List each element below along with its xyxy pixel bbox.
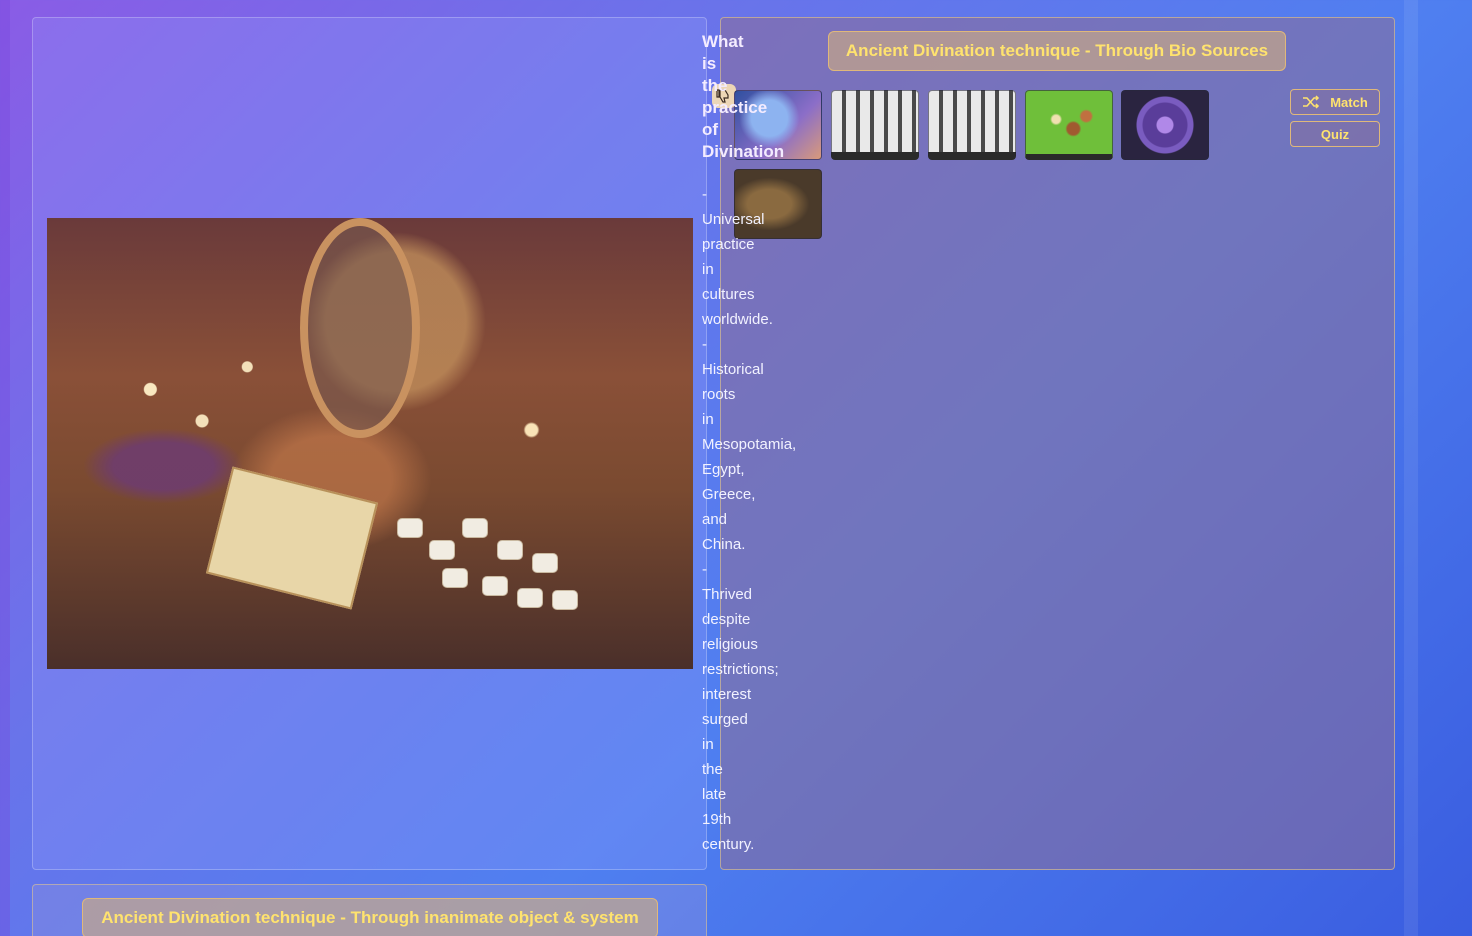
rune-stone bbox=[552, 590, 578, 610]
rune-stone bbox=[442, 568, 468, 588]
quiz-button-label: Quiz bbox=[1320, 126, 1350, 142]
quiz-button[interactable]: Quiz bbox=[1290, 121, 1380, 147]
match-button[interactable]: Match bbox=[1290, 89, 1380, 115]
page-right-edge bbox=[1404, 0, 1418, 936]
thumbnail-image[interactable] bbox=[928, 90, 1016, 160]
thumbnail-image[interactable] bbox=[831, 90, 919, 160]
bullet-item: - Historical roots in Mesopotamia, Egypt… bbox=[702, 336, 796, 553]
page-left-edge bbox=[0, 0, 10, 936]
question-heading: What is the practice of Divination bbox=[702, 32, 784, 161]
rune-stone bbox=[532, 553, 558, 573]
bullet-item: - Universal practice in cultures worldwi… bbox=[702, 186, 773, 328]
rune-stone bbox=[429, 540, 455, 560]
rune-stone bbox=[497, 540, 523, 560]
mirror-shape bbox=[300, 218, 420, 438]
bullet-list: - Universal practice in cultures worldwi… bbox=[702, 182, 796, 857]
rune-stone bbox=[397, 518, 423, 538]
shuffle-icon bbox=[1303, 95, 1320, 109]
rune-stone bbox=[462, 518, 488, 538]
match-button-label: Match bbox=[1330, 94, 1368, 110]
rune-stone bbox=[482, 576, 508, 596]
bullet-item: - Thrived despite religious restrictions… bbox=[702, 561, 779, 853]
thumbnail-image[interactable] bbox=[1121, 90, 1209, 160]
thumbnail-image[interactable] bbox=[734, 169, 822, 239]
tarot-card-shape bbox=[205, 466, 379, 610]
divination-altar-image bbox=[47, 218, 693, 669]
bio-sources-title: Ancient Divination technique - Through B… bbox=[828, 31, 1286, 71]
inanimate-object-title: Ancient Divination technique - Through i… bbox=[82, 898, 658, 936]
thumbnail-image[interactable] bbox=[1025, 90, 1113, 160]
rune-stone bbox=[517, 588, 543, 608]
